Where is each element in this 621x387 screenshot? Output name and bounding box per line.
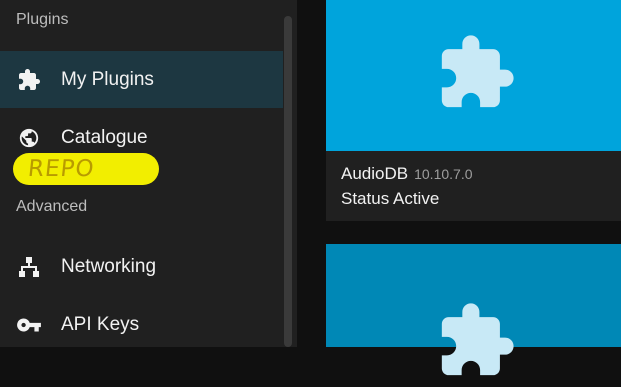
- sidebar-item-my-plugins[interactable]: My Plugins: [0, 51, 283, 108]
- plugin-title-row: AudioDB 10.10.7.0: [341, 164, 473, 184]
- sidebar-item-label: API Keys: [61, 313, 140, 335]
- sidebar-item-api-keys[interactable]: API Keys: [0, 296, 283, 353]
- plugin-name: AudioDB: [341, 164, 409, 183]
- sidebar-item-label: Catalogue: [61, 126, 148, 148]
- plugin-card[interactable]: [326, 244, 621, 376]
- plugin-card-image: [326, 244, 621, 376]
- plugin-card-image: [326, 0, 621, 151]
- sidebar-item-networking[interactable]: Networking: [0, 238, 283, 295]
- plugin-status: Status Active: [341, 189, 440, 208]
- sidebar-scrollbar[interactable]: [284, 16, 292, 347]
- puzzle-icon: [16, 67, 42, 93]
- plugin-card-audiodb[interactable]: AudioDB 10.10.7.0 Status Active: [326, 0, 621, 221]
- puzzle-icon: [435, 300, 517, 387]
- network-icon: [16, 254, 42, 280]
- key-icon: [16, 312, 42, 338]
- section-title-advanced: Advanced: [16, 198, 88, 215]
- scrollbar-thumb[interactable]: [284, 16, 292, 347]
- sidebar-item-label: Networking: [61, 255, 157, 277]
- annotation-text: REPO: [26, 156, 96, 182]
- section-title-plugins: Plugins: [16, 11, 69, 28]
- plugin-version: 10.10.7.0: [414, 166, 473, 182]
- puzzle-icon: [435, 32, 517, 119]
- sidebar-item-label: My Plugins: [61, 68, 154, 90]
- globe-icon: [16, 125, 42, 151]
- sidebar: Plugins My Plugins Catalogue REPO Advanc…: [0, 0, 297, 347]
